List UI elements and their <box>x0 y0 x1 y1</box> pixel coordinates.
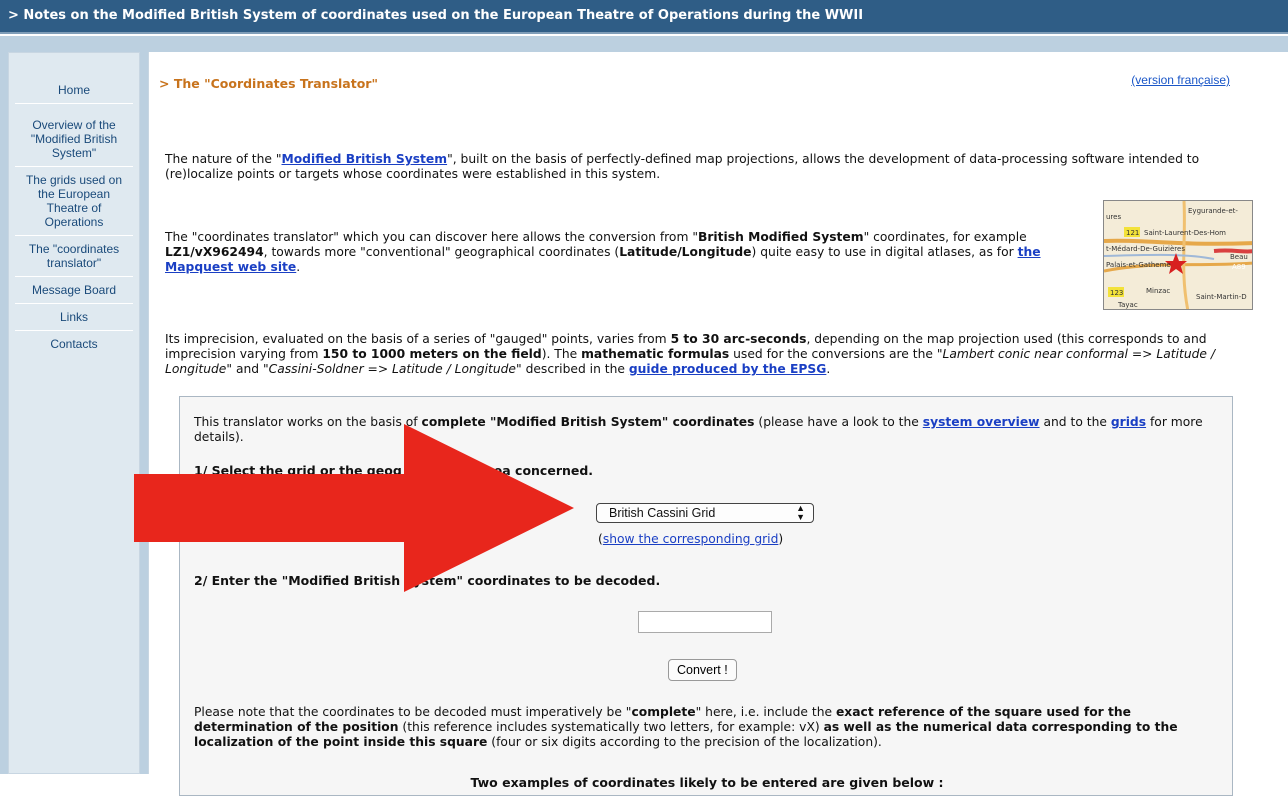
sidebar-item-home[interactable]: Home <box>15 77 133 104</box>
text: . <box>296 260 301 274</box>
convert-button[interactable]: Convert ! <box>668 659 737 681</box>
bold-text: 150 to 1000 meters on the field <box>322 347 542 361</box>
sidebar-item-coordinates-translator[interactable]: The "coordinates translator" <box>15 236 133 277</box>
map-label: t-Médard-De-Guizières <box>1106 245 1185 253</box>
bold-text: LZ1/vX962494 <box>165 245 264 259</box>
bold-text: 5 to 30 arc-seconds <box>670 332 807 346</box>
sidebar-item-overview[interactable]: Overview of the "Modified British System… <box>15 112 133 167</box>
sidebar: Home Overview of the "Modified British S… <box>8 52 140 774</box>
map-thumbnail[interactable]: Eygurande-et- 121 Saint-Laurent-Des-Hom … <box>1103 200 1253 310</box>
italic-text: Cassini-Soldner => Latitude / Longitude <box>268 362 516 376</box>
map-label: Saint-Martin-D <box>1196 293 1247 301</box>
map-label: ures <box>1106 213 1121 221</box>
grids-link[interactable]: grids <box>1111 415 1146 429</box>
header-title: > Notes on the Modified British System o… <box>8 8 864 23</box>
map-label: Eygurande-et- <box>1188 207 1238 215</box>
note-paragraph: Please note that the coordinates to be d… <box>194 705 1218 750</box>
page-frame: Home Overview of the "Modified British S… <box>0 36 1288 796</box>
text: " here, i.e. include the <box>695 705 836 719</box>
text: (this reference includes systematically … <box>398 720 824 734</box>
bold-text: British Modified System <box>698 230 864 244</box>
sidebar-item-message-board[interactable]: Message Board <box>15 277 133 304</box>
grid-select[interactable]: British Cassini Grid ▲ ▼ <box>596 503 814 523</box>
bold-text: complete <box>631 705 696 719</box>
text: , towards more "conventional" geographic… <box>263 245 620 259</box>
system-overview-link[interactable]: system overview <box>923 415 1040 429</box>
map-label: Saint-Laurent-Des-Hom <box>1144 229 1226 237</box>
text: " described in the <box>516 362 629 376</box>
intro-paragraph: The nature of the "Modified British Syst… <box>165 152 1265 182</box>
bold-text: Latitude/Longitude <box>619 245 752 259</box>
map-label: Minzac <box>1146 287 1170 295</box>
text: " and " <box>226 362 269 376</box>
map-label: Tayac <box>1117 301 1138 309</box>
translator-paragraph: The "coordinates translator" which you c… <box>165 230 1095 275</box>
text: used for the conversions are the " <box>729 347 943 361</box>
text: and to the <box>1039 415 1111 429</box>
coordinates-input[interactable] <box>638 611 772 633</box>
map-label: 123 <box>1110 289 1123 297</box>
text: ). The <box>541 347 582 361</box>
grid-select-value: British Cassini Grid <box>609 506 716 520</box>
text: The "coordinates translator" which you c… <box>165 230 698 244</box>
modified-british-system-link[interactable]: Modified British System <box>282 152 448 166</box>
french-version-link[interactable]: (version française) <box>1131 73 1230 87</box>
text: (please have a look to the <box>754 415 923 429</box>
page-header: > Notes on the Modified British System o… <box>0 0 1288 34</box>
page-title: > The "Coordinates Translator" <box>159 76 378 91</box>
bold-text: mathematic formulas <box>581 347 730 361</box>
sidebar-item-grids[interactable]: The grids used on the European Theatre o… <box>15 167 133 236</box>
main-content: > The "Coordinates Translator" (version … <box>148 52 1288 796</box>
map-image: Eygurande-et- 121 Saint-Laurent-Des-Hom … <box>1104 201 1252 309</box>
show-grid-link[interactable]: show the corresponding grid <box>603 532 779 546</box>
text: Its imprecision, evaluated on the basis … <box>165 332 671 346</box>
map-label: A89 <box>1232 263 1246 271</box>
examples-title: Two examples of coordinates likely to be… <box>470 775 944 790</box>
map-label: Palais-et-Gatheme <box>1106 261 1171 269</box>
text: " coordinates, for example <box>863 230 1027 244</box>
text: (four or six digits according to the pre… <box>487 735 882 749</box>
show-grid-link-wrapper: (show the corresponding grid) <box>598 532 783 546</box>
select-arrows-icon: ▲ ▼ <box>796 503 805 522</box>
text: ) quite easy to use in digital atlases, … <box>751 245 1018 259</box>
text: The nature of the " <box>165 152 282 166</box>
text: . <box>826 362 831 376</box>
map-label: Beau <box>1230 253 1248 261</box>
epsg-guide-link[interactable]: guide produced by the EPSG <box>629 362 827 376</box>
map-label: 121 <box>1126 229 1139 237</box>
text: Please note that the coordinates to be d… <box>194 705 632 719</box>
sidebar-item-links[interactable]: Links <box>15 304 133 331</box>
text: ) <box>778 532 784 546</box>
red-arrow-icon <box>134 424 574 592</box>
imprecision-paragraph: Its imprecision, evaluated on the basis … <box>165 332 1265 377</box>
sidebar-item-contacts[interactable]: Contacts <box>15 331 133 357</box>
